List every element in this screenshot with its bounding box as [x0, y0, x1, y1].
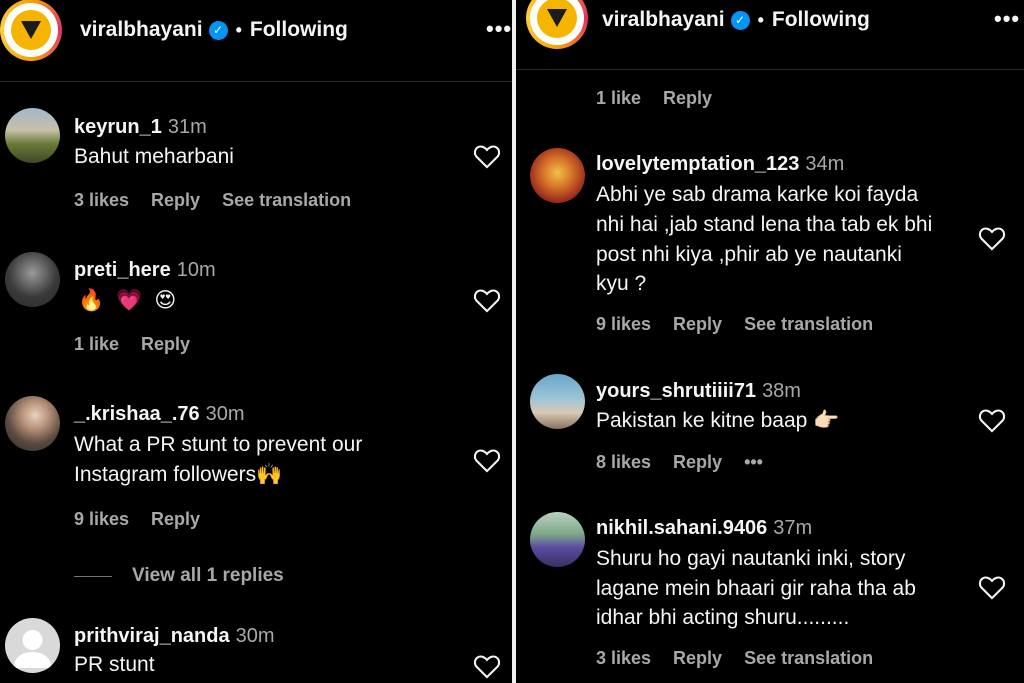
heart-eyes-emoji-icon: 😍 — [154, 289, 177, 312]
profile-avatar[interactable] — [526, 0, 588, 49]
comment-username[interactable]: lovelytemptation_123 34m — [596, 153, 844, 176]
reply-button[interactable]: Reply — [673, 314, 722, 335]
header-username[interactable]: viralbhayani — [602, 8, 725, 32]
replies-divider-line — [74, 575, 112, 577]
likes-count[interactable]: 8 likes — [596, 452, 651, 473]
see-translation-button[interactable]: See translation — [744, 648, 873, 669]
more-options-icon[interactable]: ••• — [486, 16, 512, 42]
comment-time: 30m — [235, 625, 275, 647]
post-header: viralbhayani ✓ • Following ••• — [0, 0, 512, 82]
separator-dot: • — [235, 19, 242, 40]
left-screenshot-panel: viralbhayani ✓ • Following ••• keyrun_1 3… — [0, 0, 512, 683]
comment-text-line: Abhi ye sab drama karke koi fayda — [596, 183, 919, 206]
comment-more-options-icon[interactable]: ••• — [744, 452, 763, 473]
reply-button[interactable]: Reply — [141, 334, 190, 355]
following-button[interactable]: Following — [772, 8, 870, 32]
fire-emoji-icon: 🔥 — [78, 289, 105, 312]
heart-emoji-icon: 💗 — [116, 289, 143, 312]
likes-count[interactable]: 9 likes — [74, 509, 129, 530]
view-replies-label: View all 1 replies — [132, 565, 284, 586]
like-heart-icon[interactable] — [473, 653, 501, 679]
likes-count[interactable]: 1 like — [596, 88, 641, 109]
reply-button[interactable]: Reply — [151, 509, 200, 530]
profile-avatar[interactable] — [0, 0, 62, 61]
view-replies-button[interactable]: View all 1 replies — [74, 565, 284, 587]
reply-button[interactable]: Reply — [151, 190, 200, 211]
comment-time: 34m — [805, 153, 845, 175]
header-username[interactable]: viralbhayani — [80, 18, 203, 42]
comment-meta: 1 like Reply — [596, 88, 712, 109]
post-header: viralbhayani ✓ • Following ••• — [516, 0, 1024, 70]
comment-text-line: Shuru ho gayi nautanki inki, story — [596, 547, 906, 570]
comment-meta: 3 likes Reply See translation — [74, 190, 351, 211]
reply-button[interactable]: Reply — [673, 452, 722, 473]
comment-time: 31m — [167, 116, 207, 138]
comment-meta: 8 likes Reply ••• — [596, 452, 763, 473]
user-silhouette-icon — [13, 630, 52, 668]
comment-text-line: post nhi kiya ,phir ab ye nautanki — [596, 243, 902, 266]
comment-emojis: 🔥 💗 😍 — [78, 286, 176, 316]
comment-text-line: kyu ? — [596, 272, 647, 295]
reply-button[interactable]: Reply — [673, 648, 722, 669]
comment-username[interactable]: preti_here 10m — [74, 259, 216, 282]
avatar[interactable] — [530, 374, 585, 429]
avatar[interactable] — [530, 512, 585, 567]
comment-text: Bahut meharbani — [74, 145, 234, 168]
comment-meta: 3 likes Reply See translation — [596, 648, 873, 669]
like-heart-icon[interactable] — [473, 143, 501, 169]
comment-meta: 9 likes Reply See translation — [596, 314, 873, 335]
default-avatar[interactable] — [5, 618, 60, 673]
comment-time: 30m — [205, 403, 245, 425]
comment-username[interactable]: keyrun_1 31m — [74, 116, 207, 139]
avatar[interactable] — [5, 108, 60, 163]
verified-badge-icon: ✓ — [208, 20, 228, 40]
like-heart-icon[interactable] — [473, 287, 501, 313]
like-heart-icon[interactable] — [978, 407, 1006, 433]
likes-count[interactable]: 1 like — [74, 334, 119, 355]
comment-text-line: nhi hai ,jab stand lena tha tab ek bhi — [596, 213, 933, 236]
header-user-info: viralbhayani ✓ • Following — [80, 18, 348, 42]
see-translation-button[interactable]: See translation — [744, 314, 873, 335]
comment-text: PR stunt — [74, 653, 155, 676]
more-options-icon[interactable]: ••• — [994, 6, 1020, 32]
avatar[interactable] — [530, 148, 585, 203]
comment-username[interactable]: prithviraj_nanda 30m — [74, 625, 275, 648]
comment-username[interactable]: yours_shrutiiii71 38m — [596, 380, 801, 403]
comment-text-line: Instagram followers🙌 — [74, 463, 283, 486]
avatar[interactable] — [5, 396, 60, 451]
comment-text-line: lagane mein bhaari gir raha tha ab — [596, 577, 916, 600]
right-screenshot-panel: viralbhayani ✓ • Following ••• 1 like Re… — [516, 0, 1024, 683]
comment-time: 37m — [773, 517, 813, 539]
header-user-info: viralbhayani ✓ • Following — [602, 8, 870, 32]
like-heart-icon[interactable] — [978, 225, 1006, 251]
reply-button[interactable]: Reply — [663, 88, 712, 109]
comment-username[interactable]: _.krishaa_.76 30m — [74, 403, 245, 426]
like-heart-icon[interactable] — [473, 447, 501, 473]
comment-time: 38m — [762, 380, 801, 402]
comment-meta: 9 likes Reply — [74, 509, 200, 530]
comment-username[interactable]: nikhil.sahani.9406 37m — [596, 517, 812, 540]
likes-count[interactable]: 3 likes — [74, 190, 129, 211]
comment-meta: 1 like Reply — [74, 334, 190, 355]
comment-time: 10m — [176, 259, 216, 281]
likes-count[interactable]: 9 likes — [596, 314, 651, 335]
separator-dot: • — [757, 9, 764, 30]
comment-text-line: What a PR stunt to prevent our — [74, 433, 363, 456]
verified-badge-icon: ✓ — [730, 10, 750, 30]
avatar[interactable] — [5, 252, 60, 307]
see-translation-button[interactable]: See translation — [222, 190, 351, 211]
comment-text-line: idhar bhi acting shuru......... — [596, 606, 850, 629]
like-heart-icon[interactable] — [978, 574, 1006, 600]
following-button[interactable]: Following — [250, 18, 348, 42]
likes-count[interactable]: 3 likes — [596, 648, 651, 669]
comment-text: Pakistan ke kitne baap 👉🏻 — [596, 409, 840, 432]
